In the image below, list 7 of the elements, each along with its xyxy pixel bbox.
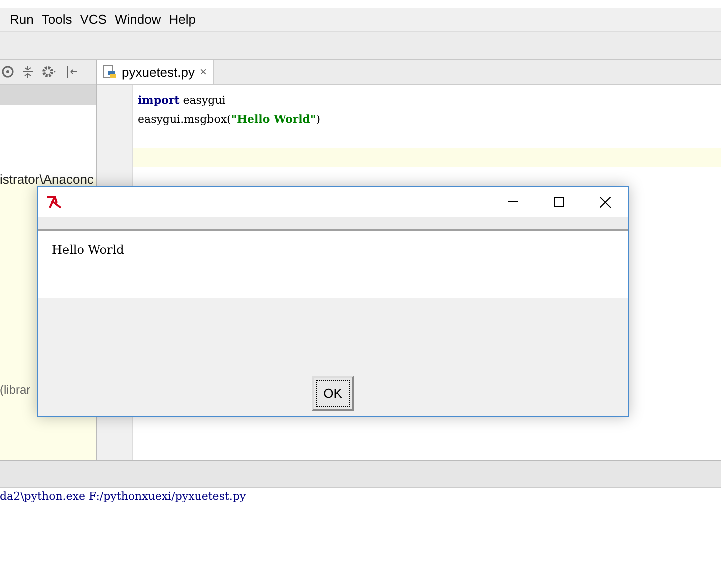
- tab-label: pyxuetest.py: [122, 64, 195, 80]
- console-line: da2\python.exe F:/pythonxuexi/pyxuetest.py: [0, 490, 248, 503]
- code-line: easygui.msgbox("Hello World"): [137, 112, 322, 128]
- code-line: import easygui: [137, 93, 227, 109]
- dialog-message: Hello World: [52, 243, 124, 257]
- panel-text: (librar: [0, 383, 31, 397]
- panel-text: istrator\Anaconc: [0, 172, 94, 187]
